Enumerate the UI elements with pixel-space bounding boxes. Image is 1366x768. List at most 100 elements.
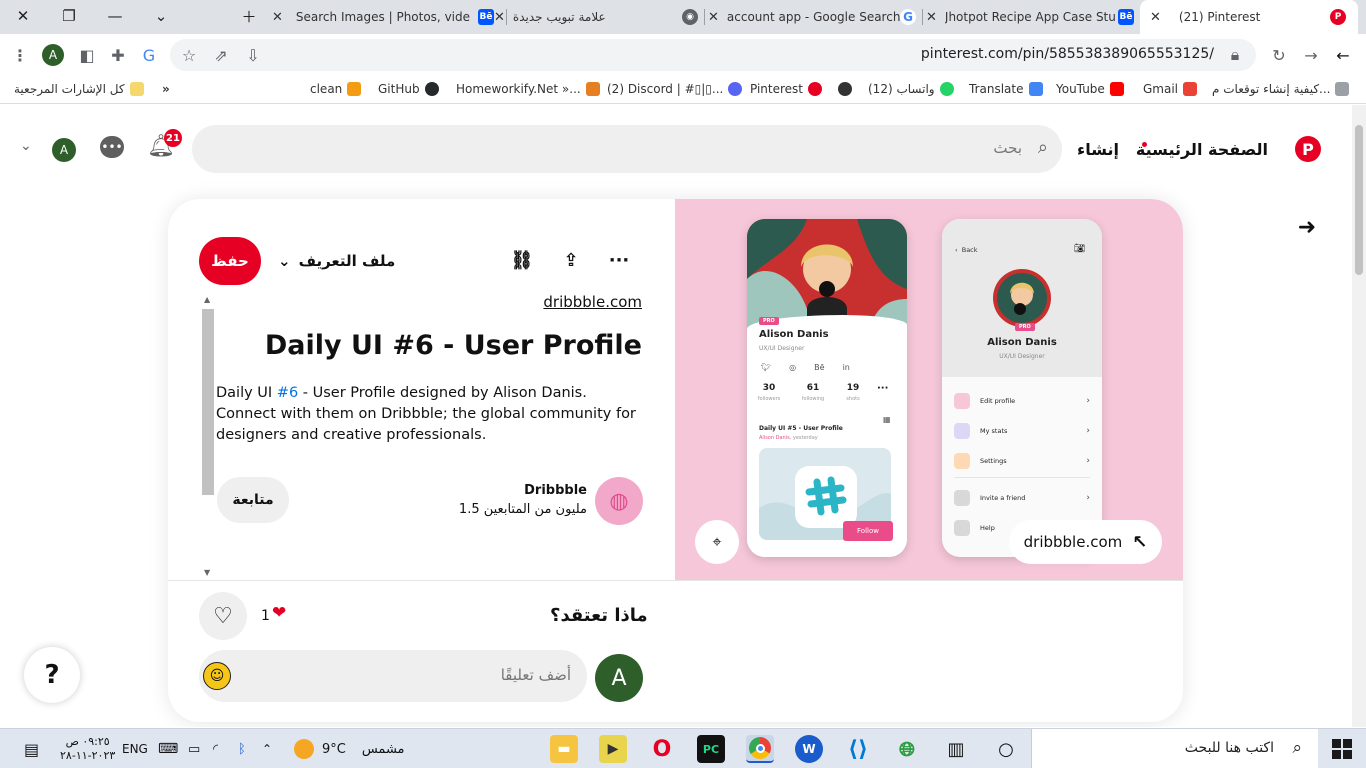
bookmark-globe[interactable] xyxy=(838,82,852,96)
more-bookmarks-button[interactable]: » xyxy=(162,82,170,96)
nav-home-link[interactable]: الصفحة الرئيسية xyxy=(1136,140,1268,159)
install-icon[interactable]: ⇩ xyxy=(242,44,264,66)
close-window-button[interactable]: ✕ xyxy=(0,0,46,32)
follow-button[interactable]: متابعة xyxy=(217,477,289,523)
pinterest-logo-icon[interactable]: P xyxy=(1295,136,1321,162)
bookmark-pinterest[interactable]: Pinterest xyxy=(750,82,823,96)
visit-site-button[interactable]: dribbble.com ↖ xyxy=(1009,520,1162,564)
share-icon[interactable]: ⇪ xyxy=(558,247,584,273)
side-panel-icon[interactable]: ◧ xyxy=(76,44,98,66)
chrome-icon[interactable] xyxy=(746,735,774,763)
comment-input[interactable]: أضف تعليقًا ☺ xyxy=(199,650,587,702)
taskbar-search-input[interactable]: اكتب هنا للبحث ⌕ xyxy=(1031,729,1318,768)
all-bookmarks[interactable]: كل الإشارات المرجعية xyxy=(14,82,144,96)
bookmark-github[interactable]: GitHub xyxy=(378,82,439,96)
word-icon[interactable]: W xyxy=(795,735,823,763)
bookmark-discord[interactable]: (2) Discord | #▯|▯... xyxy=(607,82,743,96)
tab-search-button[interactable]: ⌄ xyxy=(138,0,184,32)
chevron-down-icon: ⌄ xyxy=(278,252,291,270)
pycharm-icon[interactable]: PC xyxy=(697,735,725,763)
close-tab-icon[interactable]: ✕ xyxy=(272,10,283,25)
bookmark-homeworkify[interactable]: Homeworkify.Net »... xyxy=(456,82,600,96)
next-arrow-icon[interactable]: ➜ xyxy=(1298,215,1316,240)
profile-avatar-icon[interactable]: A xyxy=(42,44,64,66)
bookmark-youtube[interactable]: YouTube xyxy=(1056,82,1124,96)
cortana-icon[interactable]: ○ xyxy=(992,735,1020,763)
bookmark-whatsapp[interactable]: (12) واتساب xyxy=(868,82,954,96)
address-bar[interactable]: ☆ ⇗ ⇩ pinterest.com/pin/5855383890655531… xyxy=(170,39,1256,71)
tab-new-tab[interactable]: ✕ علامة تبويب جديدة ◉ xyxy=(494,0,698,34)
menu-icon[interactable]: ⋮ xyxy=(9,44,31,66)
tab-search-images[interactable]: ✕ Search Images | Photos, vide Bē xyxy=(272,0,494,34)
hashtag-link[interactable]: #6 xyxy=(277,385,298,401)
page-scrollbar[interactable] xyxy=(1352,105,1366,727)
search-input[interactable]: بحث ⌕ xyxy=(192,125,1062,173)
source-link[interactable]: dribbble.com xyxy=(543,293,642,311)
more-options-icon[interactable]: ··· xyxy=(606,247,632,273)
forward-icon[interactable]: → xyxy=(1300,44,1322,66)
lock-icon[interactable]: 🔒︎ xyxy=(1224,44,1246,66)
help-button[interactable]: ? xyxy=(24,647,80,703)
dribbble-icon[interactable]: ◍ xyxy=(595,477,643,525)
scrollbar-thumb[interactable] xyxy=(202,309,214,495)
keyboard-icon[interactable]: ⌨ xyxy=(158,729,178,768)
wifi-icon[interactable]: ◜ xyxy=(213,729,218,768)
share-icon[interactable]: ⇗ xyxy=(210,44,232,66)
bluetooth-icon[interactable]: ᛒ xyxy=(238,729,246,768)
save-button[interactable]: حفظ xyxy=(199,237,261,285)
weather-label: مشمس xyxy=(361,741,405,757)
copy-link-icon[interactable]: ⛓ xyxy=(509,247,535,273)
weather-widget[interactable]: 9°C مشمس xyxy=(294,729,405,768)
extensions-icon[interactable]: ✚ xyxy=(107,44,129,66)
back-icon[interactable]: ← xyxy=(1332,44,1354,66)
creator-name[interactable]: Dribbble xyxy=(524,483,587,498)
clock[interactable]: ٠٩:٢٥ ص ٢٠٢٣-١١-٢٨ xyxy=(60,729,115,768)
menu-row: My stats › xyxy=(954,419,1090,443)
battery-icon[interactable]: ▭ xyxy=(188,729,200,768)
messages-icon[interactable]: ••• xyxy=(100,136,124,158)
mockup-role: UX/UI Designer xyxy=(999,353,1045,360)
scroll-up-icon[interactable]: ▲ xyxy=(204,295,210,304)
bookmark-translate[interactable]: Translate xyxy=(969,82,1043,96)
url-text[interactable]: pinterest.com/pin/585538389065553125/ xyxy=(921,46,1214,62)
bookmark-label: clean xyxy=(310,82,343,96)
scroll-down-icon[interactable]: ▼ xyxy=(204,568,210,577)
new-tab-button[interactable]: ＋ xyxy=(226,0,272,32)
restore-window-button[interactable]: ❐ xyxy=(46,0,92,32)
chevron-down-icon[interactable]: ⌄ xyxy=(20,138,32,154)
pin-image[interactable]: PRO Alison Danis UX/UI Designer 🐦︎ ◎ Bē … xyxy=(675,199,1183,580)
file-explorer-icon[interactable]: ▬ xyxy=(550,735,578,763)
avatar[interactable]: A xyxy=(52,138,76,162)
visual-search-button[interactable]: ⌖ xyxy=(695,520,739,564)
close-tab-icon[interactable]: ✕ xyxy=(1150,10,1161,25)
tab-pinterest[interactable]: ✕ (21) Pinterest P xyxy=(1140,0,1358,34)
board-select[interactable]: ⌄ ملف التعريف xyxy=(278,252,395,270)
translate-icon[interactable]: G xyxy=(138,44,160,66)
vscode-icon[interactable]: ⟨⟩ xyxy=(844,735,872,763)
close-tab-icon[interactable]: ✕ xyxy=(494,10,505,25)
chevron-up-icon[interactable]: ⌃ xyxy=(262,729,272,768)
media-player-icon[interactable]: ▶ xyxy=(599,735,627,763)
tab-google-search[interactable]: ✕ account app - Google Search G xyxy=(708,0,916,34)
close-tab-icon[interactable]: ✕ xyxy=(926,10,937,25)
opera-icon[interactable]: O xyxy=(648,735,676,763)
temperature: 9°C xyxy=(322,741,346,757)
react-button[interactable]: ♡ xyxy=(199,592,247,640)
nav-create-link[interactable]: إنشاء xyxy=(1077,140,1119,159)
minimize-window-button[interactable]: — xyxy=(92,0,138,32)
close-tab-icon[interactable]: ✕ xyxy=(708,10,719,25)
details-scrollbar[interactable]: ▲ ▼ xyxy=(201,295,215,579)
scrollbar-thumb[interactable] xyxy=(1355,125,1363,275)
globe-app-icon[interactable]: 🌐︎ xyxy=(893,735,921,763)
notification-center-icon[interactable]: ▤ xyxy=(24,729,39,768)
tab-jhotpot[interactable]: ✕ Jhotpot Recipe App Case Stu Bē xyxy=(926,0,1134,34)
bookmark-star-icon[interactable]: ☆ xyxy=(178,44,200,66)
start-icon[interactable] xyxy=(1332,739,1352,759)
emoji-icon[interactable]: ☺ xyxy=(203,662,231,690)
language-indicator[interactable]: ENG xyxy=(122,729,148,768)
bookmark-predictions[interactable]: كيفية إنشاء توقعات م... xyxy=(1212,82,1350,96)
reload-icon[interactable]: ↻ xyxy=(1268,44,1290,66)
bookmark-clean[interactable]: clean xyxy=(310,82,362,96)
bookmark-gmail[interactable]: Gmail xyxy=(1143,82,1198,96)
task-view-icon[interactable]: ▥ xyxy=(942,735,970,763)
